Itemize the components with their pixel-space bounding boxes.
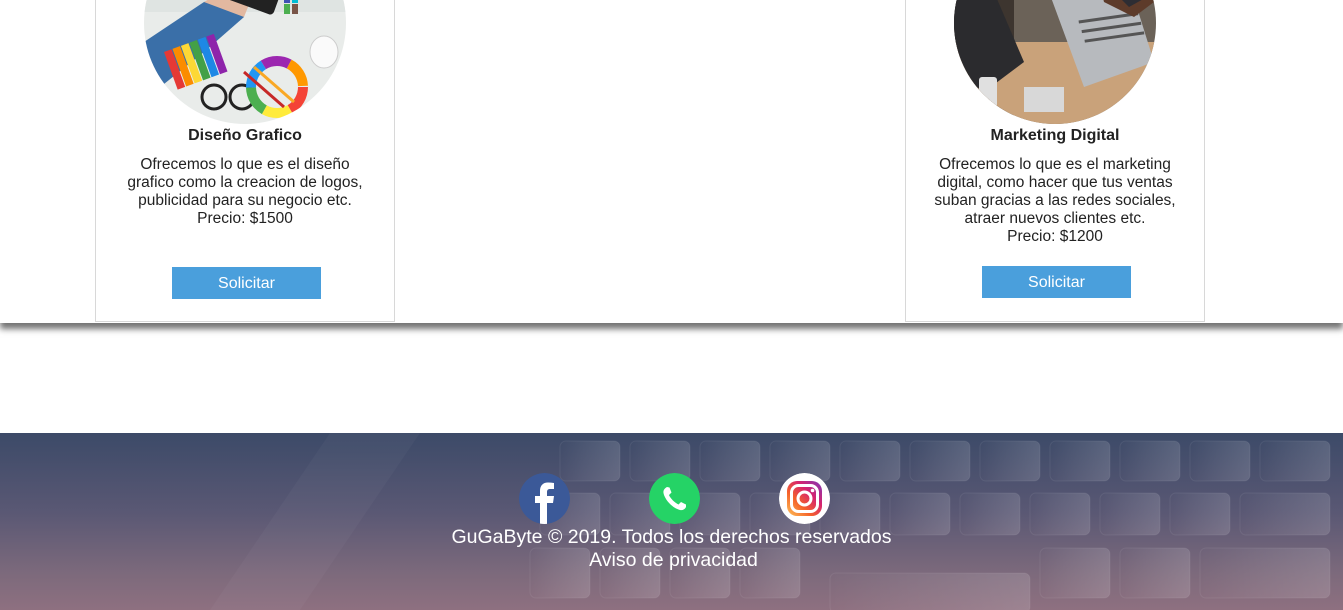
service-card-graphic-design: Diseño Grafico Ofrecemos lo que es el di… (95, 0, 395, 322)
service-card-digital-marketing: Marketing Digital Ofrecemos lo que es el… (905, 0, 1205, 322)
services-section: Diseño Grafico Ofrecemos lo que es el di… (0, 0, 1343, 323)
service-description-text: Ofrecemos lo que es el marketing digital… (934, 156, 1176, 227)
copyright-text: GuGaByte © 2019. Todos los derechos rese… (451, 526, 892, 548)
privacy-link[interactable]: Aviso de privacidad (0, 549, 1343, 572)
solicitar-button[interactable]: Solicitar (172, 267, 321, 299)
service-title: Diseño Grafico (188, 127, 302, 144)
whatsapp-icon[interactable] (649, 473, 700, 524)
solicitar-button[interactable]: Solicitar (982, 266, 1131, 298)
service-price: Precio: $1200 (1007, 228, 1103, 245)
service-price: Precio: $1500 (197, 210, 293, 227)
instagram-icon[interactable] (779, 473, 830, 524)
service-description-text: Ofrecemos lo que es el diseño grafico co… (127, 156, 363, 209)
graphic-design-image (144, 0, 346, 124)
site-footer: GuGaByte © 2019. Todos los derechos rese… (0, 433, 1343, 610)
digital-marketing-image (954, 0, 1156, 124)
service-title: Marketing Digital (990, 127, 1120, 144)
service-description: Ofrecemos lo que es el marketing digital… (931, 156, 1179, 246)
service-description: Ofrecemos lo que es el diseño grafico co… (121, 156, 369, 228)
facebook-icon[interactable] (519, 473, 570, 524)
